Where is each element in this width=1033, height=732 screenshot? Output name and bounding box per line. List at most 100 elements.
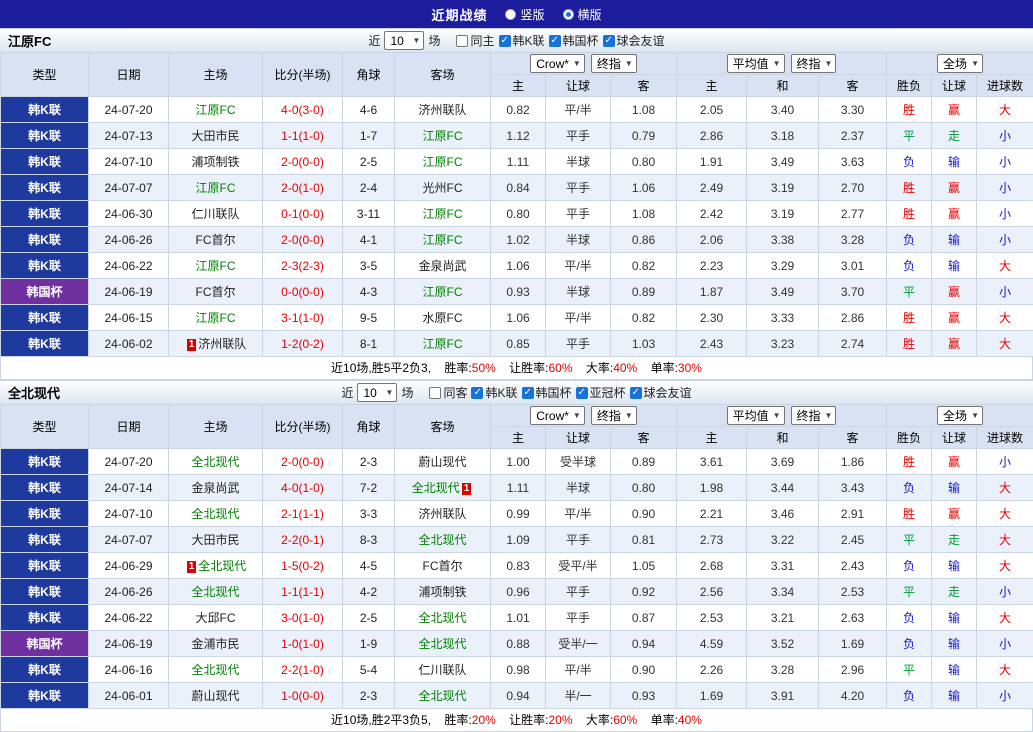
match-row: 韩K联24-06-22江原FC2-3(2-3)3-5金泉尚武1.06平/半0.8… bbox=[1, 253, 1033, 279]
team-name-text: 全北现代 bbox=[418, 637, 466, 651]
handicap-line: 平手 bbox=[546, 331, 611, 357]
handicap-line: 平/半 bbox=[546, 657, 611, 683]
competition-checkbox-1[interactable]: 韩国杯 bbox=[549, 32, 599, 49]
type-cell: 韩K联 bbox=[1, 501, 89, 527]
recent-count-select[interactable]: 10 ▼ bbox=[384, 31, 424, 50]
euro-home-odds: 2.56 bbox=[677, 579, 747, 605]
result-handicap: 赢 bbox=[932, 279, 977, 305]
score-cell: 1-1(1-0) bbox=[263, 123, 343, 149]
competition-checkbox-0[interactable]: 韩K联 bbox=[471, 384, 517, 401]
radio-checked-icon bbox=[563, 9, 574, 20]
bookmaker-index-select[interactable]: 终指▼ bbox=[591, 406, 637, 425]
chevron-down-icon: ▼ bbox=[573, 411, 581, 420]
away-team-cell: 江原FC bbox=[395, 201, 491, 227]
euro-away-odds: 3.70 bbox=[819, 279, 887, 305]
handicap-away-odds: 0.89 bbox=[611, 449, 677, 475]
scope-select[interactable]: 全场▼ bbox=[937, 406, 983, 425]
away-team-cell: 济州联队 bbox=[395, 501, 491, 527]
match-row: 韩K联24-06-15江原FC3-1(1-0)9-5水原FC1.06平/半0.8… bbox=[1, 305, 1033, 331]
result-goals: 小 bbox=[977, 449, 1033, 475]
filter-matches-label: 场 bbox=[401, 384, 413, 401]
summary-row: 近10场,胜2平3负5, 胜率:20% 让胜率:20% 大率:60% 单率:40… bbox=[0, 709, 1033, 732]
average-select[interactable]: 平均值▼ bbox=[727, 406, 785, 425]
team-name-text: 大邱FC bbox=[196, 611, 236, 625]
checkbox-label: 球会友谊 bbox=[617, 32, 665, 49]
competition-checkbox-2[interactable]: 球会友谊 bbox=[603, 32, 665, 49]
team-name-text: 全北现代 bbox=[191, 455, 239, 469]
average-select[interactable]: 平均值▼ bbox=[727, 54, 785, 73]
result-goals: 大 bbox=[977, 501, 1033, 527]
col-header-date: 日期 bbox=[89, 405, 169, 449]
handicap-line: 平手 bbox=[546, 175, 611, 201]
competition-checkbox-2[interactable]: 亚冠杯 bbox=[576, 384, 626, 401]
select-value: 平均值 bbox=[733, 55, 769, 72]
checkbox-label: 亚冠杯 bbox=[590, 384, 626, 401]
handicap-line: 受平/半 bbox=[546, 553, 611, 579]
type-cell: 韩K联 bbox=[1, 657, 89, 683]
euro-draw-odds: 3.28 bbox=[747, 657, 819, 683]
average-index-select[interactable]: 终指▼ bbox=[791, 54, 837, 73]
match-row: 韩K联24-07-10浦项制铁2-0(0-0)2-5江原FC1.11半球0.80… bbox=[1, 149, 1033, 175]
summary-stat-label: 大率: bbox=[586, 361, 613, 375]
team-name-text: 水原FC bbox=[423, 311, 463, 325]
col-header-euro-home: 主 bbox=[677, 427, 747, 449]
euro-draw-odds: 3.34 bbox=[747, 579, 819, 605]
type-cell: 韩K联 bbox=[1, 449, 89, 475]
home-team-cell: 江原FC bbox=[169, 97, 263, 123]
recent-count-select[interactable]: 10 ▼ bbox=[357, 383, 397, 402]
col-header-euro-home: 主 bbox=[677, 75, 747, 97]
scope-select[interactable]: 全场▼ bbox=[937, 54, 983, 73]
col-header-home: 主场 bbox=[169, 405, 263, 449]
summary-stat-value: 50% bbox=[472, 361, 496, 375]
chevron-down-icon: ▼ bbox=[971, 411, 979, 420]
summary-stat-value: 40% bbox=[678, 713, 702, 727]
result-handicap: 赢 bbox=[932, 331, 977, 357]
result-outcome: 胜 bbox=[887, 175, 932, 201]
home-team-cell: 大田市民 bbox=[169, 123, 263, 149]
euro-draw-odds: 3.44 bbox=[747, 475, 819, 501]
away-team-cell: 浦项制铁 bbox=[395, 579, 491, 605]
competition-checkbox-0[interactable]: 韩K联 bbox=[499, 32, 545, 49]
handicap-home-odds: 0.93 bbox=[491, 279, 546, 305]
euro-home-odds: 3.61 bbox=[677, 449, 747, 475]
handicap-home-odds: 0.84 bbox=[491, 175, 546, 201]
type-cell: 韩K联 bbox=[1, 475, 89, 501]
col-header-result-goals: 进球数 bbox=[977, 75, 1033, 97]
handicap-away-odds: 0.94 bbox=[611, 631, 677, 657]
handicap-home-odds: 0.85 bbox=[491, 331, 546, 357]
bookmaker-index-select[interactable]: 终指▼ bbox=[591, 54, 637, 73]
chevron-down-icon: ▼ bbox=[413, 36, 421, 45]
handicap-away-odds: 0.80 bbox=[611, 475, 677, 501]
same-venue-checkbox[interactable]: 同客 bbox=[429, 384, 467, 401]
type-cell: 韩K联 bbox=[1, 605, 89, 631]
team-name-text: 大田市民 bbox=[191, 533, 239, 547]
bookmaker-select[interactable]: Crow*▼ bbox=[530, 54, 585, 73]
score-cell: 1-0(1-0) bbox=[263, 631, 343, 657]
euro-draw-odds: 3.19 bbox=[747, 175, 819, 201]
competition-checkbox-3[interactable]: 球会友谊 bbox=[630, 384, 692, 401]
team-name-text: 全北现代 bbox=[191, 585, 239, 599]
radio-label: 横版 bbox=[578, 6, 602, 23]
result-handicap: 输 bbox=[932, 149, 977, 175]
score-cell: 1-5(0-2) bbox=[263, 553, 343, 579]
checkbox-checked-icon bbox=[630, 387, 642, 399]
layout-radio-horizontal[interactable]: 横版 bbox=[563, 6, 602, 23]
away-team-cell: 全北现代 bbox=[395, 605, 491, 631]
team-name-text: 全北现代 bbox=[418, 533, 466, 547]
same-venue-checkbox[interactable]: 同主 bbox=[456, 32, 494, 49]
average-index-select[interactable]: 终指▼ bbox=[791, 406, 837, 425]
euro-away-odds: 3.30 bbox=[819, 97, 887, 123]
handicap-away-odds: 1.08 bbox=[611, 97, 677, 123]
euro-home-odds: 2.06 bbox=[677, 227, 747, 253]
corner-cell: 4-2 bbox=[343, 579, 395, 605]
corner-cell: 4-6 bbox=[343, 97, 395, 123]
bookmaker-select[interactable]: Crow*▼ bbox=[530, 406, 585, 425]
competition-checkbox-1[interactable]: 韩国杯 bbox=[522, 384, 572, 401]
layout-radio-vertical[interactable]: 竖版 bbox=[505, 6, 544, 23]
chevron-down-icon: ▼ bbox=[773, 411, 781, 420]
match-rows: 韩K联24-07-20全北现代2-0(0-0)2-3蔚山现代1.00受半球0.8… bbox=[1, 449, 1033, 709]
match-row: 韩K联24-07-10全北现代2-1(1-1)3-3济州联队0.99平/半0.9… bbox=[1, 501, 1033, 527]
checkbox-label: 韩K联 bbox=[485, 384, 517, 401]
euro-home-odds: 2.43 bbox=[677, 331, 747, 357]
score-cell: 2-0(1-0) bbox=[263, 175, 343, 201]
